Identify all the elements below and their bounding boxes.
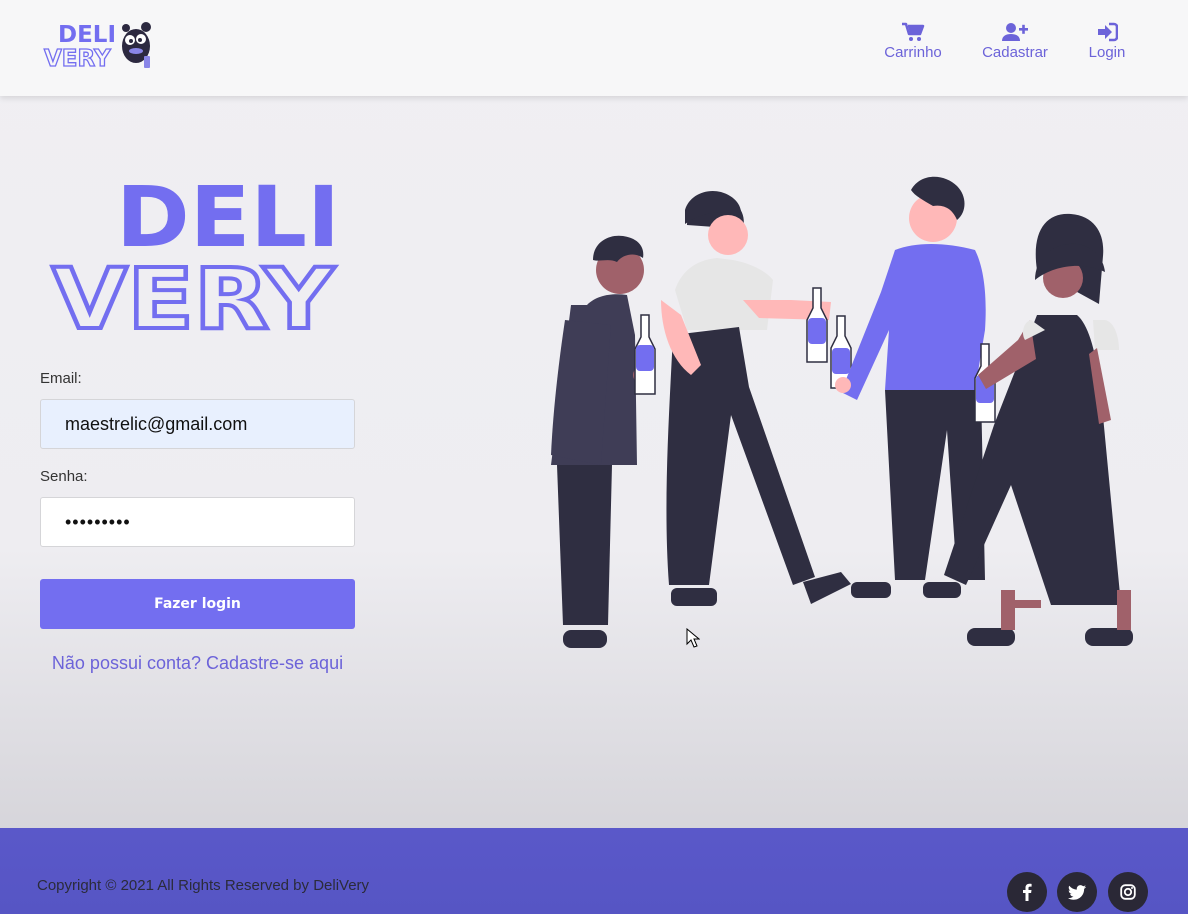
nav-login-label: Login: [1088, 44, 1126, 61]
email-input[interactable]: [40, 399, 355, 449]
brand-logo-top: DELI: [58, 22, 116, 48]
footer: Copyright © 2021 All Rights Reserved by …: [0, 828, 1188, 914]
email-label: Email:: [40, 370, 82, 387]
hero-logo: DELI VERY: [50, 168, 340, 338]
brand-logo-bottom: VERY: [44, 46, 111, 72]
person-2: [661, 190, 851, 606]
user-plus-icon: [1002, 23, 1028, 41]
sign-in-icon: [1098, 22, 1118, 42]
person-1: [551, 235, 649, 648]
twitter-button[interactable]: [1057, 872, 1097, 912]
nav-register-label: Cadastrar: [982, 44, 1048, 61]
twitter-icon: [1068, 884, 1086, 900]
nav-cart-label: Carrinho: [884, 44, 942, 61]
brand-logo[interactable]: DELI VERY: [42, 16, 160, 74]
mouse-cursor-icon: [686, 628, 700, 648]
nav-register[interactable]: Cadastrar: [980, 22, 1050, 61]
signup-link[interactable]: Não possui conta? Cadastre-se aqui: [40, 653, 355, 674]
hero-logo-bottom: VERY: [52, 250, 335, 338]
bottle-2: [806, 287, 828, 363]
mascot-icon: [122, 22, 151, 68]
password-input[interactable]: [40, 497, 355, 547]
people-toasting-illustration: [551, 176, 1133, 648]
instagram-icon: [1120, 884, 1136, 900]
bottle-1: [634, 314, 656, 395]
copyright-text: Copyright © 2021 All Rights Reserved by …: [37, 877, 370, 894]
login-button[interactable]: Fazer login: [40, 579, 355, 629]
facebook-button[interactable]: [1007, 872, 1047, 912]
password-label: Senha:: [40, 468, 88, 485]
nav-cart[interactable]: Carrinho: [884, 22, 942, 61]
facebook-icon: [1023, 883, 1032, 901]
nav-login[interactable]: Login: [1086, 22, 1128, 61]
top-navbar: DELI VERY Carrinho Cadastrar Login: [0, 0, 1188, 96]
instagram-button[interactable]: [1108, 872, 1148, 912]
cart-icon: [902, 22, 925, 41]
